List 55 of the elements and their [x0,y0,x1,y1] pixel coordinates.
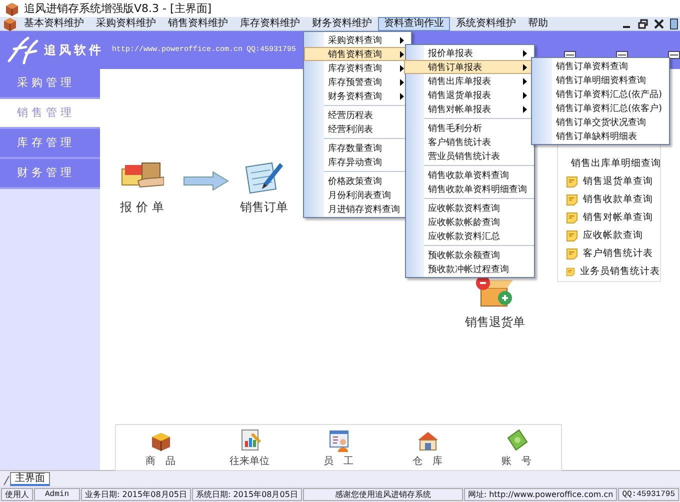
status-cell: Admin [34,488,80,500]
menu-item[interactable]: 销售收款单资料查询 [404,168,534,182]
brand-name: 追风软件 [44,42,104,58]
status-cell: 感谢您使用追风进销存系统 [302,488,463,500]
menu-item[interactable]: 系统资料维护 [450,16,522,30]
menu-item[interactable]: 采购资料查询 [304,33,411,47]
sidebar-item[interactable]: 财 务 管 理 [0,159,100,189]
menu-item[interactable]: 客户销售统计表 [404,135,534,149]
quick-link[interactable]: 销售出库单明细查询 [571,157,661,170]
node-label[interactable]: 销售退货单 [465,314,525,331]
menu-item[interactable]: 资料查询作业 [378,16,450,30]
menu-item[interactable]: 销售订单资料汇总(依客户) [532,101,670,115]
menu-item[interactable]: 预收款冲帐过程查询 [404,262,534,276]
menu-item[interactable]: 财务资料维护 [306,16,378,30]
quick-link[interactable]: 销售退货单查询 [583,175,653,188]
menu-item[interactable]: 应收帐款资料汇总 [404,229,534,243]
sidebar-item[interactable]: 采 购 管 理 [0,69,100,99]
menu-item[interactable]: 基本资料维护 [18,16,90,30]
menu-item[interactable]: 帮助 [522,16,554,30]
shortcut-label[interactable]: 账 号 [502,454,532,468]
menu-item[interactable]: 销售订单报表 [404,60,534,74]
menu-item[interactable]: 销售订单资料汇总(依产品) [532,87,670,101]
menu-item[interactable]: 应收帐款帐龄查询 [404,215,534,229]
shortcut-label[interactable]: 往来单位 [230,454,270,468]
menu-item[interactable]: 销售订单交货状况查询 [532,115,670,129]
status-cell: QQ:45931795 [618,488,679,500]
shortcut-label[interactable]: 员 工 [324,454,354,468]
menu-item[interactable]: 预收帐款余额查询 [404,248,534,262]
shortcut-label[interactable]: 仓 库 [412,454,442,468]
status-cell: 系统日期: 2015年08月05日 [192,488,302,500]
quick-link[interactable]: 销售对帐单查询 [583,211,653,224]
menu-item[interactable]: 应收帐款资料查询 [404,201,534,215]
menu-item[interactable]: 销售对帐单报表 [404,102,534,116]
menu-item[interactable]: 销售订单明细资料查询 [532,73,670,87]
node-label[interactable]: 报 价 单 [120,199,164,216]
node-label[interactable]: 销售订单 [240,199,288,216]
menu-item[interactable]: 销售资料维护 [162,16,234,30]
menu-item[interactable]: 销售毛利分析 [404,121,534,135]
window-title: 追风进销存系统增强版V8.3 - [主界面] [24,1,212,16]
menu-item[interactable]: 销售订单缺料明细表 [532,129,670,143]
menu-item[interactable]: 采购资料维护 [90,16,162,30]
sidebar-item[interactable]: 库 存 管 理 [0,129,100,159]
status-cell: 业务日期: 2015年08月05日 [81,488,191,500]
status-cell: 使用人 [1,488,33,500]
menu-item[interactable]: 库存资料维护 [234,16,306,30]
quick-link[interactable]: 销售收款单查询 [583,193,653,206]
shortcut-label[interactable]: 商 品 [146,454,176,468]
menu-item[interactable]: 销售订单资料查询 [532,59,670,73]
quick-link[interactable]: 应收帐款查询 [583,229,643,242]
tab[interactable]: 主界面 [10,472,50,486]
quick-link[interactable]: 客户销售统计表 [583,247,653,260]
quick-link[interactable]: 业务员销售统计表 [580,265,660,278]
status-cell: 网址: http://www.poweroffice.com.cn [464,488,618,500]
menu-item[interactable]: 销售收款单资料明细查询 [404,182,534,196]
menu-item[interactable]: 营业员销售统计表 [404,149,534,163]
